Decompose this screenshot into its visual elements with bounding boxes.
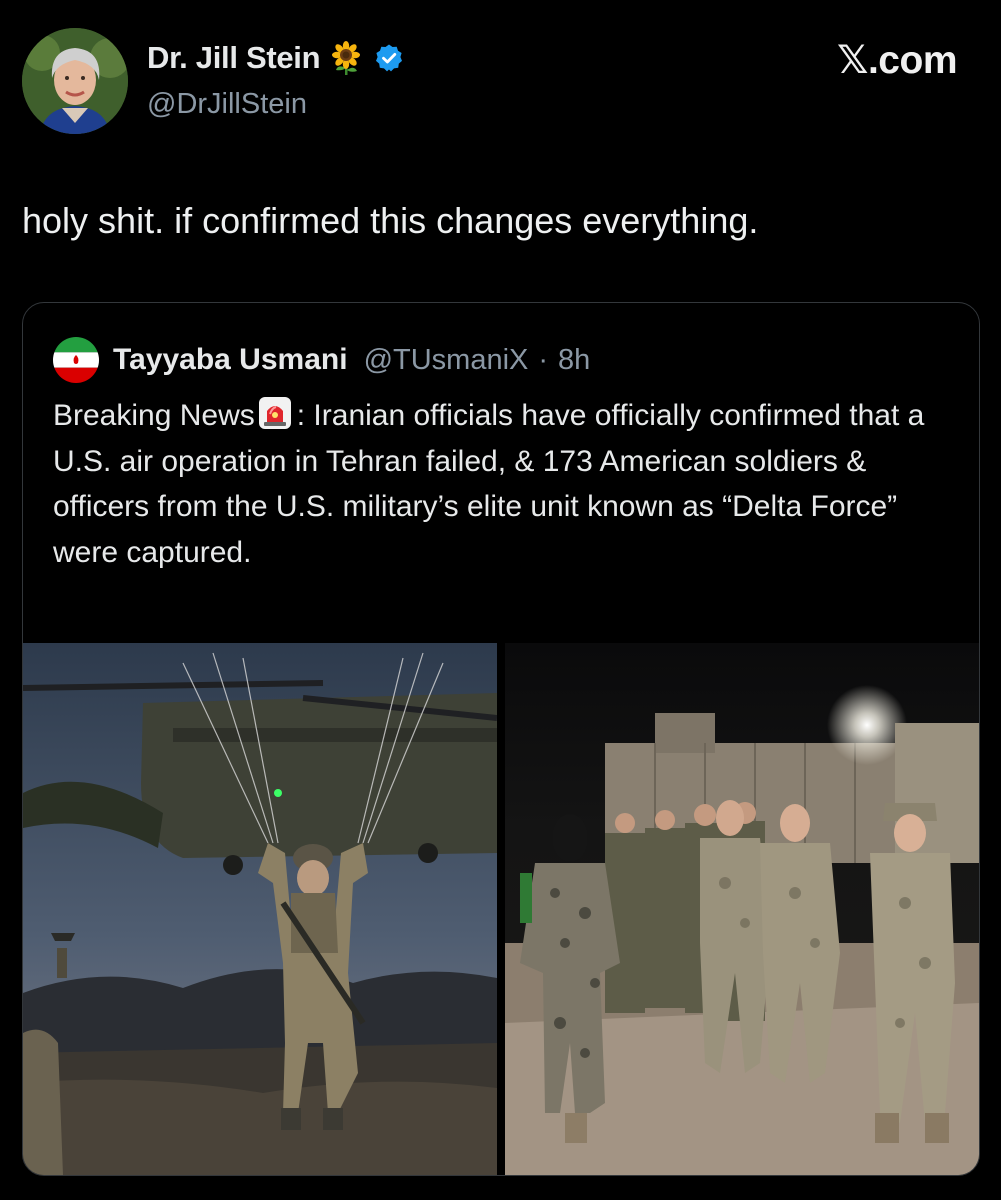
iran-flag-icon[interactable] <box>53 337 99 383</box>
author-avatar[interactable] <box>22 28 128 134</box>
marching-soldiers-photo[interactable] <box>505 643 979 1175</box>
sunflower-icon <box>328 40 364 76</box>
tweet-text: holy shit. if confirmed this changes eve… <box>22 200 759 241</box>
quoted-text-before: Breaking News <box>53 399 255 432</box>
quoted-tweet-header: Tayyaba Usmani @TUsmaniX · 8h <box>53 337 590 383</box>
author-name-row: Dr. Jill Stein <box>147 40 404 76</box>
quoted-timestamp[interactable]: 8h <box>558 344 590 377</box>
quoted-handle[interactable]: @TUsmaniX <box>364 344 529 377</box>
parachute-soldier-photo[interactable] <box>23 643 497 1175</box>
x-brand-label: 𝕏.com <box>837 39 957 82</box>
quoted-separator: · <box>538 343 549 376</box>
quoted-tweet-card[interactable]: Tayyaba Usmani @TUsmaniX · 8h Breaking N… <box>22 302 980 1176</box>
police-siren-icon <box>257 395 293 431</box>
quoted-display-name[interactable]: Tayyaba Usmani <box>113 343 348 377</box>
quoted-tweet-text: Breaking News : Iranian officials have o… <box>53 393 953 575</box>
author-display-name[interactable]: Dr. Jill Stein <box>147 40 321 76</box>
quoted-media-grid <box>23 643 979 1175</box>
author-handle[interactable]: @DrJillStein <box>147 88 307 121</box>
verified-badge-icon[interactable] <box>374 43 404 73</box>
avatar-portrait <box>22 28 128 134</box>
